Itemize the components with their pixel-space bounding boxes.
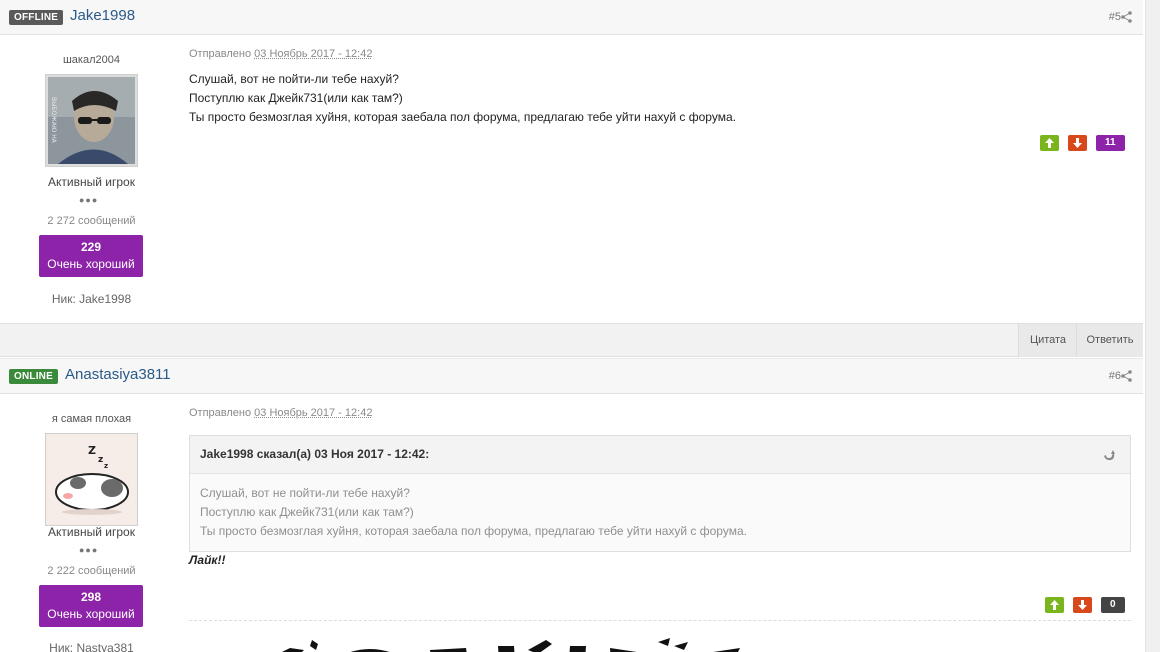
vote-down-button[interactable] — [1068, 135, 1087, 151]
quote-line: Слушай, вот не пойти-ли тебе нахуй? — [200, 486, 410, 500]
status-badge: OFFLINE — [9, 10, 64, 25]
scrollbar[interactable] — [1145, 0, 1160, 652]
rank-pips: ●●● — [79, 545, 99, 555]
user-rank: Активный игрок — [48, 525, 135, 539]
vote-down-button[interactable] — [1073, 597, 1092, 613]
posts-count: 2 272 сообщений — [47, 215, 136, 227]
avatar-image: ВЫБОЖАЮ НА — [48, 77, 135, 164]
status-badge: ONLINE — [9, 369, 58, 384]
user-title: шакал2004 — [62, 54, 120, 66]
post-number-link[interactable]: #5 — [1109, 11, 1121, 23]
post-date: Отправлено 03 Ноябрь 2017 - 12:42 — [189, 48, 372, 60]
arrow-down-icon — [1078, 600, 1087, 610]
svg-text:z: z — [104, 462, 108, 470]
post-line: Поступлю как Джейк731(или как там?) — [189, 91, 403, 105]
post-number-link[interactable]: #6 — [1109, 370, 1121, 382]
reputation-label: Очень хороший — [47, 257, 135, 271]
jump-to-post-icon[interactable] — [1102, 448, 1116, 462]
quote-content: Слушай, вот не пойти-ли тебе нахуй? Пост… — [190, 474, 1130, 551]
reputation-badge: 298 Очень хороший — [39, 585, 143, 627]
post-line: Слушай, вот не пойти-ли тебе нахуй? — [189, 72, 399, 86]
share-icon[interactable] — [1121, 370, 1132, 382]
user-nick: Ник: Jake1998 — [51, 292, 132, 306]
reply-button[interactable]: Ответить — [1076, 324, 1143, 357]
author-link[interactable]: Jake1998 — [70, 7, 135, 24]
vote-count: 0 — [1101, 597, 1125, 613]
quote-header: Jake1998 сказал(а) 03 Ноя 2017 - 12:42: — [190, 436, 1130, 474]
post-header: ONLINE Anastasiya3811 #6 — [0, 358, 1143, 394]
vote-up-button[interactable] — [1045, 597, 1064, 613]
post-date: Отправлено 03 Ноябрь 2017 - 12:42 — [189, 407, 372, 419]
post-action-bar: Цитата Ответить — [0, 323, 1143, 357]
quote-line: Ты просто безмозглая хуйня, которая заеб… — [200, 524, 747, 538]
post-date-value: 03 Ноябрь 2017 - 12:42 — [254, 407, 373, 419]
avatar[interactable]: Z z z — [45, 433, 138, 526]
quote-button[interactable]: Цитата — [1018, 324, 1077, 357]
signature-divider — [189, 620, 1131, 621]
svg-text:ВЫБОЖАЮ НА: ВЫБОЖАЮ НА — [50, 97, 57, 144]
arrow-down-icon — [1073, 138, 1082, 148]
post-line: Ты просто безмозглая хуйня, которая заеб… — [189, 110, 736, 124]
user-title: я самая плохая — [51, 413, 132, 425]
vote-up-button[interactable] — [1040, 135, 1059, 151]
author-link[interactable]: Anastasiya3811 — [65, 366, 171, 383]
reputation-badge: 229 Очень хороший — [39, 235, 143, 277]
share-icon[interactable] — [1121, 11, 1132, 23]
user-nick: Ник: Nastya381 — [49, 641, 134, 652]
post-date-prefix: Отправлено — [189, 407, 252, 419]
signature-image — [282, 638, 740, 652]
post-date-value: 03 Ноябрь 2017 - 12:42 — [254, 48, 373, 60]
user-rank: Активный игрок — [48, 175, 135, 189]
quote-block: Jake1998 сказал(а) 03 Ноя 2017 - 12:42: … — [189, 435, 1131, 552]
reputation-label: Очень хороший — [47, 607, 135, 621]
post-date-prefix: Отправлено — [189, 48, 252, 60]
arrow-up-icon — [1050, 600, 1059, 610]
quote-citation: Jake1998 сказал(а) 03 Ноя 2017 - 12:42: — [200, 447, 430, 461]
post-body: шакал2004 ВЫБОЖАЮ НА Активный игрок ●●● … — [0, 36, 1143, 323]
reputation-value: 298 — [80, 590, 102, 604]
avatar[interactable]: ВЫБОЖАЮ НА — [45, 74, 138, 167]
reputation-value: 229 — [80, 240, 102, 254]
svg-text:z: z — [98, 455, 103, 465]
post-content: Слушай, вот не пойти-ли тебе нахуй? Пост… — [189, 70, 736, 127]
avatar-image: Z z z — [48, 436, 135, 523]
post-header: OFFLINE Jake1998 #5 — [0, 0, 1143, 35]
arrow-up-icon — [1045, 138, 1054, 148]
rank-pips: ●●● — [79, 195, 99, 205]
svg-text:Z: Z — [88, 444, 96, 457]
posts-count: 2 222 сообщений — [47, 565, 136, 577]
forum-page: OFFLINE Jake1998 #5 шакал2004 ВЫБОЖАЮ НА — [0, 0, 1143, 652]
quote-line: Поступлю как Джейк731(или как там?) — [200, 505, 414, 519]
vote-count: 11 — [1096, 135, 1125, 151]
reply-text: Лайк!! — [189, 553, 226, 567]
